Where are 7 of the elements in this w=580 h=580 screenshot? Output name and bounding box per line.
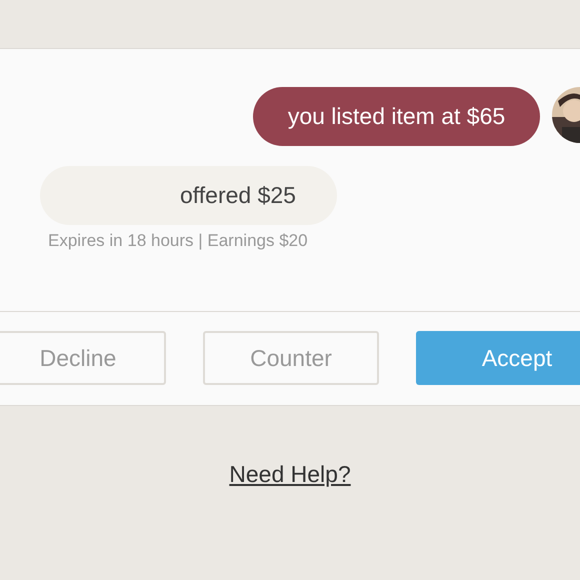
message-bubble: you listed item at $65 — [253, 87, 540, 146]
action-button[interactable]: Decline — [0, 331, 166, 385]
offer-details: Expires in 18 hours | Earnings $20 — [48, 231, 309, 251]
accept-button[interactable]: Accept — [416, 331, 580, 385]
message-bubble: offered $25 — [40, 166, 337, 225]
help-link[interactable]: Need Help? — [229, 461, 351, 488]
action-button[interactable]: Counter — [203, 331, 379, 385]
